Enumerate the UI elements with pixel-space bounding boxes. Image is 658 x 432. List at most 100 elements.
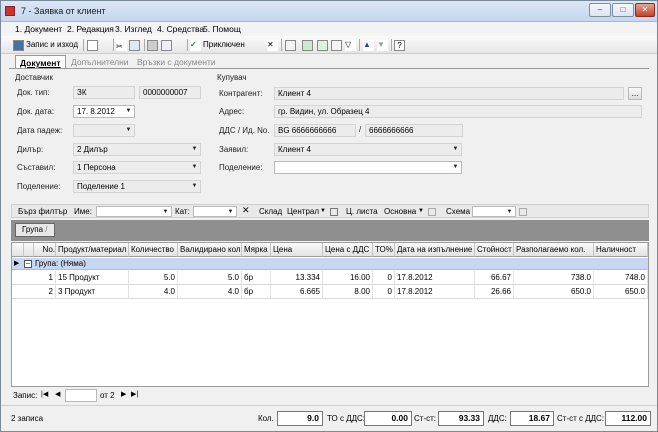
copy-button[interactable] bbox=[129, 38, 142, 52]
close-button[interactable]: ✕ bbox=[635, 3, 655, 17]
author-select[interactable]: 1 Персона ▼ bbox=[73, 161, 201, 174]
chevron-down-icon[interactable]: ▼ bbox=[190, 145, 199, 154]
cell-available-qty: 650.0 bbox=[514, 285, 594, 299]
col-discount[interactable]: ТО% bbox=[373, 243, 395, 257]
group-row-label: Група: (Няма) bbox=[35, 259, 86, 268]
tab-divider bbox=[9, 68, 649, 69]
columns-button[interactable] bbox=[331, 38, 344, 52]
scheme-select[interactable]: ▼ bbox=[472, 206, 516, 217]
record-label: Запис: bbox=[13, 391, 38, 400]
col-stock[interactable]: Наличност bbox=[594, 243, 648, 257]
cut-button[interactable]: ✂ bbox=[116, 38, 129, 52]
tab-document[interactable]: Документ bbox=[15, 55, 66, 69]
preview-button[interactable] bbox=[161, 38, 174, 52]
col-fulfil-date[interactable]: Дата на изпълнение bbox=[395, 243, 475, 257]
prev-record-icon[interactable]: ◀ bbox=[55, 390, 60, 398]
help-button[interactable]: ? bbox=[394, 38, 407, 52]
partner-field[interactable]: Клиент 4 bbox=[274, 87, 624, 100]
move-down-button[interactable]: ▼ bbox=[377, 38, 390, 52]
help-icon: ? bbox=[394, 39, 405, 51]
chevron-down-icon[interactable]: ▼ bbox=[418, 208, 424, 214]
col-available-qty[interactable]: Разполагаемо кол. bbox=[514, 243, 594, 257]
to-total: 0.00 bbox=[364, 411, 412, 426]
supplier-division-select[interactable]: Поделение 1 ▼ bbox=[73, 180, 201, 193]
collapse-icon[interactable]: – bbox=[24, 260, 32, 268]
cost-total: 93.33 bbox=[438, 411, 484, 426]
save-icon bbox=[13, 39, 24, 51]
dealer-select[interactable]: 2 Дилър ▼ bbox=[73, 143, 201, 156]
cell-fulfil-date: 17.8.2012 bbox=[395, 285, 475, 299]
apply-button[interactable]: ✓ Приключен bbox=[190, 38, 245, 52]
chevron-down-icon[interactable]: ▼ bbox=[505, 208, 514, 217]
col-value[interactable]: Стойност bbox=[475, 243, 514, 257]
buyer-division-select[interactable]: ▼ bbox=[274, 161, 462, 174]
cell-price: 6.665 bbox=[271, 285, 323, 299]
filter-button[interactable]: ▽ bbox=[345, 38, 358, 52]
due-date-field[interactable]: ▼ bbox=[73, 124, 135, 137]
chevron-down-icon[interactable]: ▼ bbox=[190, 163, 199, 172]
chevron-down-icon[interactable]: ▼ bbox=[124, 126, 133, 135]
menu-tools[interactable]: 4. Средства bbox=[157, 24, 204, 34]
name-filter-input[interactable]: ▼ bbox=[96, 206, 172, 217]
doc-date-field[interactable]: 17. 8.2012 ▼ bbox=[73, 105, 135, 118]
col-product[interactable]: Продукт/материал bbox=[56, 243, 129, 257]
category-filter-input[interactable]: ▼ bbox=[193, 206, 237, 217]
col-price-vat[interactable]: Цена с ДДС bbox=[323, 243, 373, 257]
record-number-input[interactable] bbox=[65, 389, 97, 402]
next-record-icon[interactable]: ▶ bbox=[121, 390, 126, 398]
col-unit[interactable]: Мярка bbox=[242, 243, 271, 257]
print-button[interactable] bbox=[147, 38, 160, 52]
warehouse-select[interactable]: Централ bbox=[287, 207, 319, 216]
maximize-button[interactable]: □ bbox=[612, 3, 634, 17]
requester-select[interactable]: Клиент 4 ▼ bbox=[274, 143, 462, 156]
clear-filter-icon[interactable]: ✕ bbox=[242, 205, 250, 216]
minimize-button[interactable]: – bbox=[589, 3, 611, 17]
delete-button[interactable]: ✕ bbox=[267, 38, 280, 52]
move-up-button[interactable]: ▲ bbox=[363, 38, 376, 52]
menu-help[interactable]: 5. Помощ bbox=[203, 24, 241, 34]
table-button[interactable] bbox=[317, 38, 330, 52]
menu-view[interactable]: 3. Изглед bbox=[115, 24, 152, 34]
row-indicator-header bbox=[12, 243, 24, 257]
price-list-option-icon[interactable] bbox=[428, 208, 436, 216]
first-record-icon[interactable]: |◀ bbox=[41, 390, 48, 398]
chevron-down-icon[interactable]: ▼ bbox=[320, 208, 326, 214]
table-row[interactable]: 1 15 Продукт 5.0 5.0 бр 13.334 16.00 0 1… bbox=[12, 271, 648, 285]
cut-icon: ✂ bbox=[116, 39, 127, 51]
group-chip[interactable]: Група / bbox=[15, 223, 55, 237]
warehouse-option-icon[interactable] bbox=[330, 208, 338, 216]
doc-type-label: Док. тип: bbox=[17, 88, 50, 97]
chevron-down-icon[interactable]: ▼ bbox=[226, 208, 235, 217]
cell-price-vat: 16.00 bbox=[323, 271, 373, 285]
col-no[interactable]: No. bbox=[34, 243, 56, 257]
col-price[interactable]: Цена bbox=[271, 243, 323, 257]
tab-links[interactable]: Връзки с документи bbox=[133, 55, 220, 69]
menu-document[interactable]: 1. Документ bbox=[15, 24, 62, 34]
price-list-select[interactable]: Основна bbox=[384, 207, 416, 216]
col-quantity[interactable]: Количество bbox=[129, 243, 178, 257]
save-close-button[interactable]: Запис и изход bbox=[13, 38, 78, 52]
doc-type-field[interactable]: ЗК bbox=[73, 86, 135, 99]
cell-no: 2 bbox=[34, 285, 56, 299]
chevron-down-icon[interactable]: ▼ bbox=[451, 163, 460, 172]
scheme-option-icon[interactable] bbox=[519, 208, 527, 216]
doc-number-field: 0000000007 bbox=[139, 86, 201, 99]
col-validated-qty[interactable]: Валидирано кол. bbox=[178, 243, 242, 257]
vat-field: BG 6666666666 bbox=[274, 124, 356, 137]
partner-browse-button[interactable]: ... bbox=[628, 87, 642, 100]
cell-unit: бр bbox=[242, 285, 271, 299]
new-button[interactable] bbox=[87, 38, 100, 52]
tab-additional[interactable]: Допълнителни bbox=[67, 55, 133, 69]
chevron-down-icon[interactable]: ▼ bbox=[161, 208, 170, 217]
price-list-label: Ц. листа bbox=[346, 207, 378, 216]
chevron-down-icon[interactable]: ▼ bbox=[451, 145, 460, 154]
refresh-button[interactable] bbox=[302, 38, 315, 52]
menu-edit[interactable]: 2. Редакция bbox=[67, 24, 114, 34]
cell-validated-qty: 4.0 bbox=[178, 285, 242, 299]
chevron-down-icon[interactable]: ▼ bbox=[124, 107, 133, 116]
list-button[interactable] bbox=[285, 38, 298, 52]
last-record-icon[interactable]: ▶| bbox=[131, 390, 138, 398]
chevron-down-icon[interactable]: ▼ bbox=[190, 182, 199, 191]
group-row[interactable]: ▶ – Група: (Няма) bbox=[12, 258, 648, 270]
table-row[interactable]: 2 3 Продукт 4.0 4.0 бр 6.665 8.00 0 17.8… bbox=[12, 285, 648, 299]
